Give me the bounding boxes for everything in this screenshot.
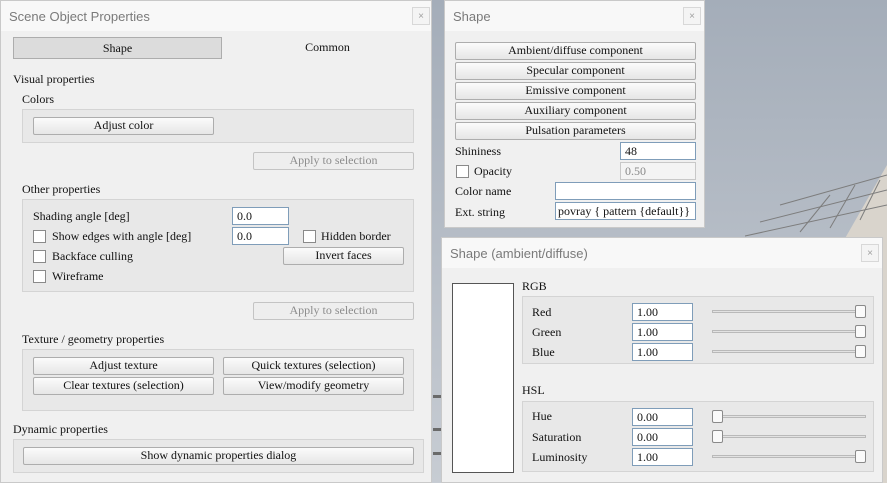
window-title: Scene Object Properties bbox=[9, 9, 150, 24]
shading-angle-label: Shading angle [deg] bbox=[33, 209, 130, 223]
shininess-label: Shininess bbox=[455, 144, 502, 158]
hidden-border-checkbox[interactable] bbox=[303, 230, 316, 243]
luminosity-slider[interactable] bbox=[712, 450, 866, 464]
specular-button[interactable]: Specular component bbox=[455, 62, 696, 80]
scene-object-properties-window: Scene Object Properties × Shape Common V… bbox=[0, 0, 432, 483]
title-bar[interactable]: Scene Object Properties × bbox=[1, 1, 431, 31]
backface-culling-checkbox[interactable] bbox=[33, 250, 46, 263]
slider-track bbox=[712, 310, 866, 313]
apply-to-selection-colors-button[interactable]: Apply to selection bbox=[253, 152, 414, 170]
opacity-label: Opacity bbox=[474, 164, 512, 178]
slider-thumb[interactable] bbox=[712, 430, 723, 443]
slider-track bbox=[712, 435, 866, 438]
slider-track bbox=[712, 350, 866, 353]
color-name-label: Color name bbox=[455, 184, 512, 198]
slider-thumb[interactable] bbox=[855, 325, 866, 338]
hue-label: Hue bbox=[532, 409, 552, 423]
slider-track bbox=[712, 455, 866, 458]
adjust-color-button[interactable]: Adjust color bbox=[33, 117, 214, 135]
slider-thumb[interactable] bbox=[855, 345, 866, 358]
visual-properties-heading: Visual properties bbox=[13, 72, 95, 86]
pulsation-button[interactable]: Pulsation parameters bbox=[455, 122, 696, 140]
red-slider[interactable] bbox=[712, 305, 866, 319]
luminosity-input[interactable]: 1.00 bbox=[632, 448, 693, 466]
title-bar[interactable]: Shape × bbox=[445, 1, 704, 31]
blue-input[interactable]: 1.00 bbox=[632, 343, 693, 361]
emissive-button[interactable]: Emissive component bbox=[455, 82, 696, 100]
show-edges-checkbox[interactable] bbox=[33, 230, 46, 243]
invert-faces-button[interactable]: Invert faces bbox=[283, 247, 404, 265]
opacity-input[interactable]: 0.50 bbox=[620, 162, 696, 180]
green-slider[interactable] bbox=[712, 325, 866, 339]
clear-textures-button[interactable]: Clear textures (selection) bbox=[33, 377, 214, 395]
hidden-border-label: Hidden border bbox=[321, 229, 391, 243]
saturation-input[interactable]: 0.00 bbox=[632, 428, 693, 446]
ext-string-input[interactable]: povray { pattern {default}} bbox=[555, 202, 696, 220]
close-icon[interactable]: × bbox=[683, 7, 701, 25]
slider-thumb[interactable] bbox=[855, 450, 866, 463]
quick-textures-button[interactable]: Quick textures (selection) bbox=[223, 357, 404, 375]
window-title: Shape bbox=[453, 9, 491, 24]
show-edges-angle-input[interactable]: 0.0 bbox=[232, 227, 289, 245]
ext-string-label: Ext. string bbox=[455, 205, 505, 219]
green-input[interactable]: 1.00 bbox=[632, 323, 693, 341]
red-label: Red bbox=[532, 305, 552, 319]
window-title: Shape (ambient/diffuse) bbox=[450, 246, 588, 261]
backface-culling-label: Backface culling bbox=[52, 249, 133, 263]
blue-slider[interactable] bbox=[712, 345, 866, 359]
hue-slider[interactable] bbox=[712, 410, 866, 424]
close-icon[interactable]: × bbox=[412, 7, 430, 25]
shape-window: Shape × Ambient/diffuse component Specul… bbox=[444, 0, 705, 228]
blue-label: Blue bbox=[532, 345, 555, 359]
ambient-diffuse-button[interactable]: Ambient/diffuse component bbox=[455, 42, 696, 60]
view-modify-geometry-button[interactable]: View/modify geometry bbox=[223, 377, 404, 395]
adjust-texture-button[interactable]: Adjust texture bbox=[33, 357, 214, 375]
colors-heading: Colors bbox=[22, 92, 55, 106]
tab-shape[interactable]: Shape bbox=[13, 37, 222, 59]
slider-track bbox=[712, 415, 866, 418]
slider-thumb[interactable] bbox=[855, 305, 866, 318]
slider-track bbox=[712, 330, 866, 333]
saturation-slider[interactable] bbox=[712, 430, 866, 444]
wireframe-label: Wireframe bbox=[52, 269, 104, 283]
saturation-label: Saturation bbox=[532, 430, 582, 444]
texture-geometry-heading: Texture / geometry properties bbox=[22, 332, 165, 346]
opacity-checkbox[interactable] bbox=[456, 165, 469, 178]
show-edges-label: Show edges with angle [deg] bbox=[52, 229, 192, 243]
title-bar[interactable]: Shape (ambient/diffuse) × bbox=[442, 238, 882, 268]
ambient-diffuse-window: Shape (ambient/diffuse) × RGB Red 1.00 G… bbox=[441, 237, 883, 483]
red-input[interactable]: 1.00 bbox=[632, 303, 693, 321]
close-icon[interactable]: × bbox=[861, 244, 879, 262]
shading-angle-input[interactable]: 0.0 bbox=[232, 207, 289, 225]
hsl-heading: HSL bbox=[522, 383, 545, 397]
slider-thumb[interactable] bbox=[712, 410, 723, 423]
dynamic-properties-heading: Dynamic properties bbox=[13, 422, 108, 436]
wireframe-checkbox[interactable] bbox=[33, 270, 46, 283]
hue-input[interactable]: 0.00 bbox=[632, 408, 693, 426]
shininess-input[interactable]: 48 bbox=[620, 142, 696, 160]
green-label: Green bbox=[532, 325, 562, 339]
tab-common[interactable]: Common bbox=[223, 37, 432, 59]
other-properties-heading: Other properties bbox=[22, 182, 101, 196]
luminosity-label: Luminosity bbox=[532, 450, 588, 464]
rgb-heading: RGB bbox=[522, 279, 547, 293]
auxiliary-button[interactable]: Auxiliary component bbox=[455, 102, 696, 120]
color-preview-swatch bbox=[452, 283, 514, 473]
apply-to-selection-other-button[interactable]: Apply to selection bbox=[253, 302, 414, 320]
color-name-input[interactable] bbox=[555, 182, 696, 200]
show-dynamic-properties-button[interactable]: Show dynamic properties dialog bbox=[23, 447, 414, 465]
